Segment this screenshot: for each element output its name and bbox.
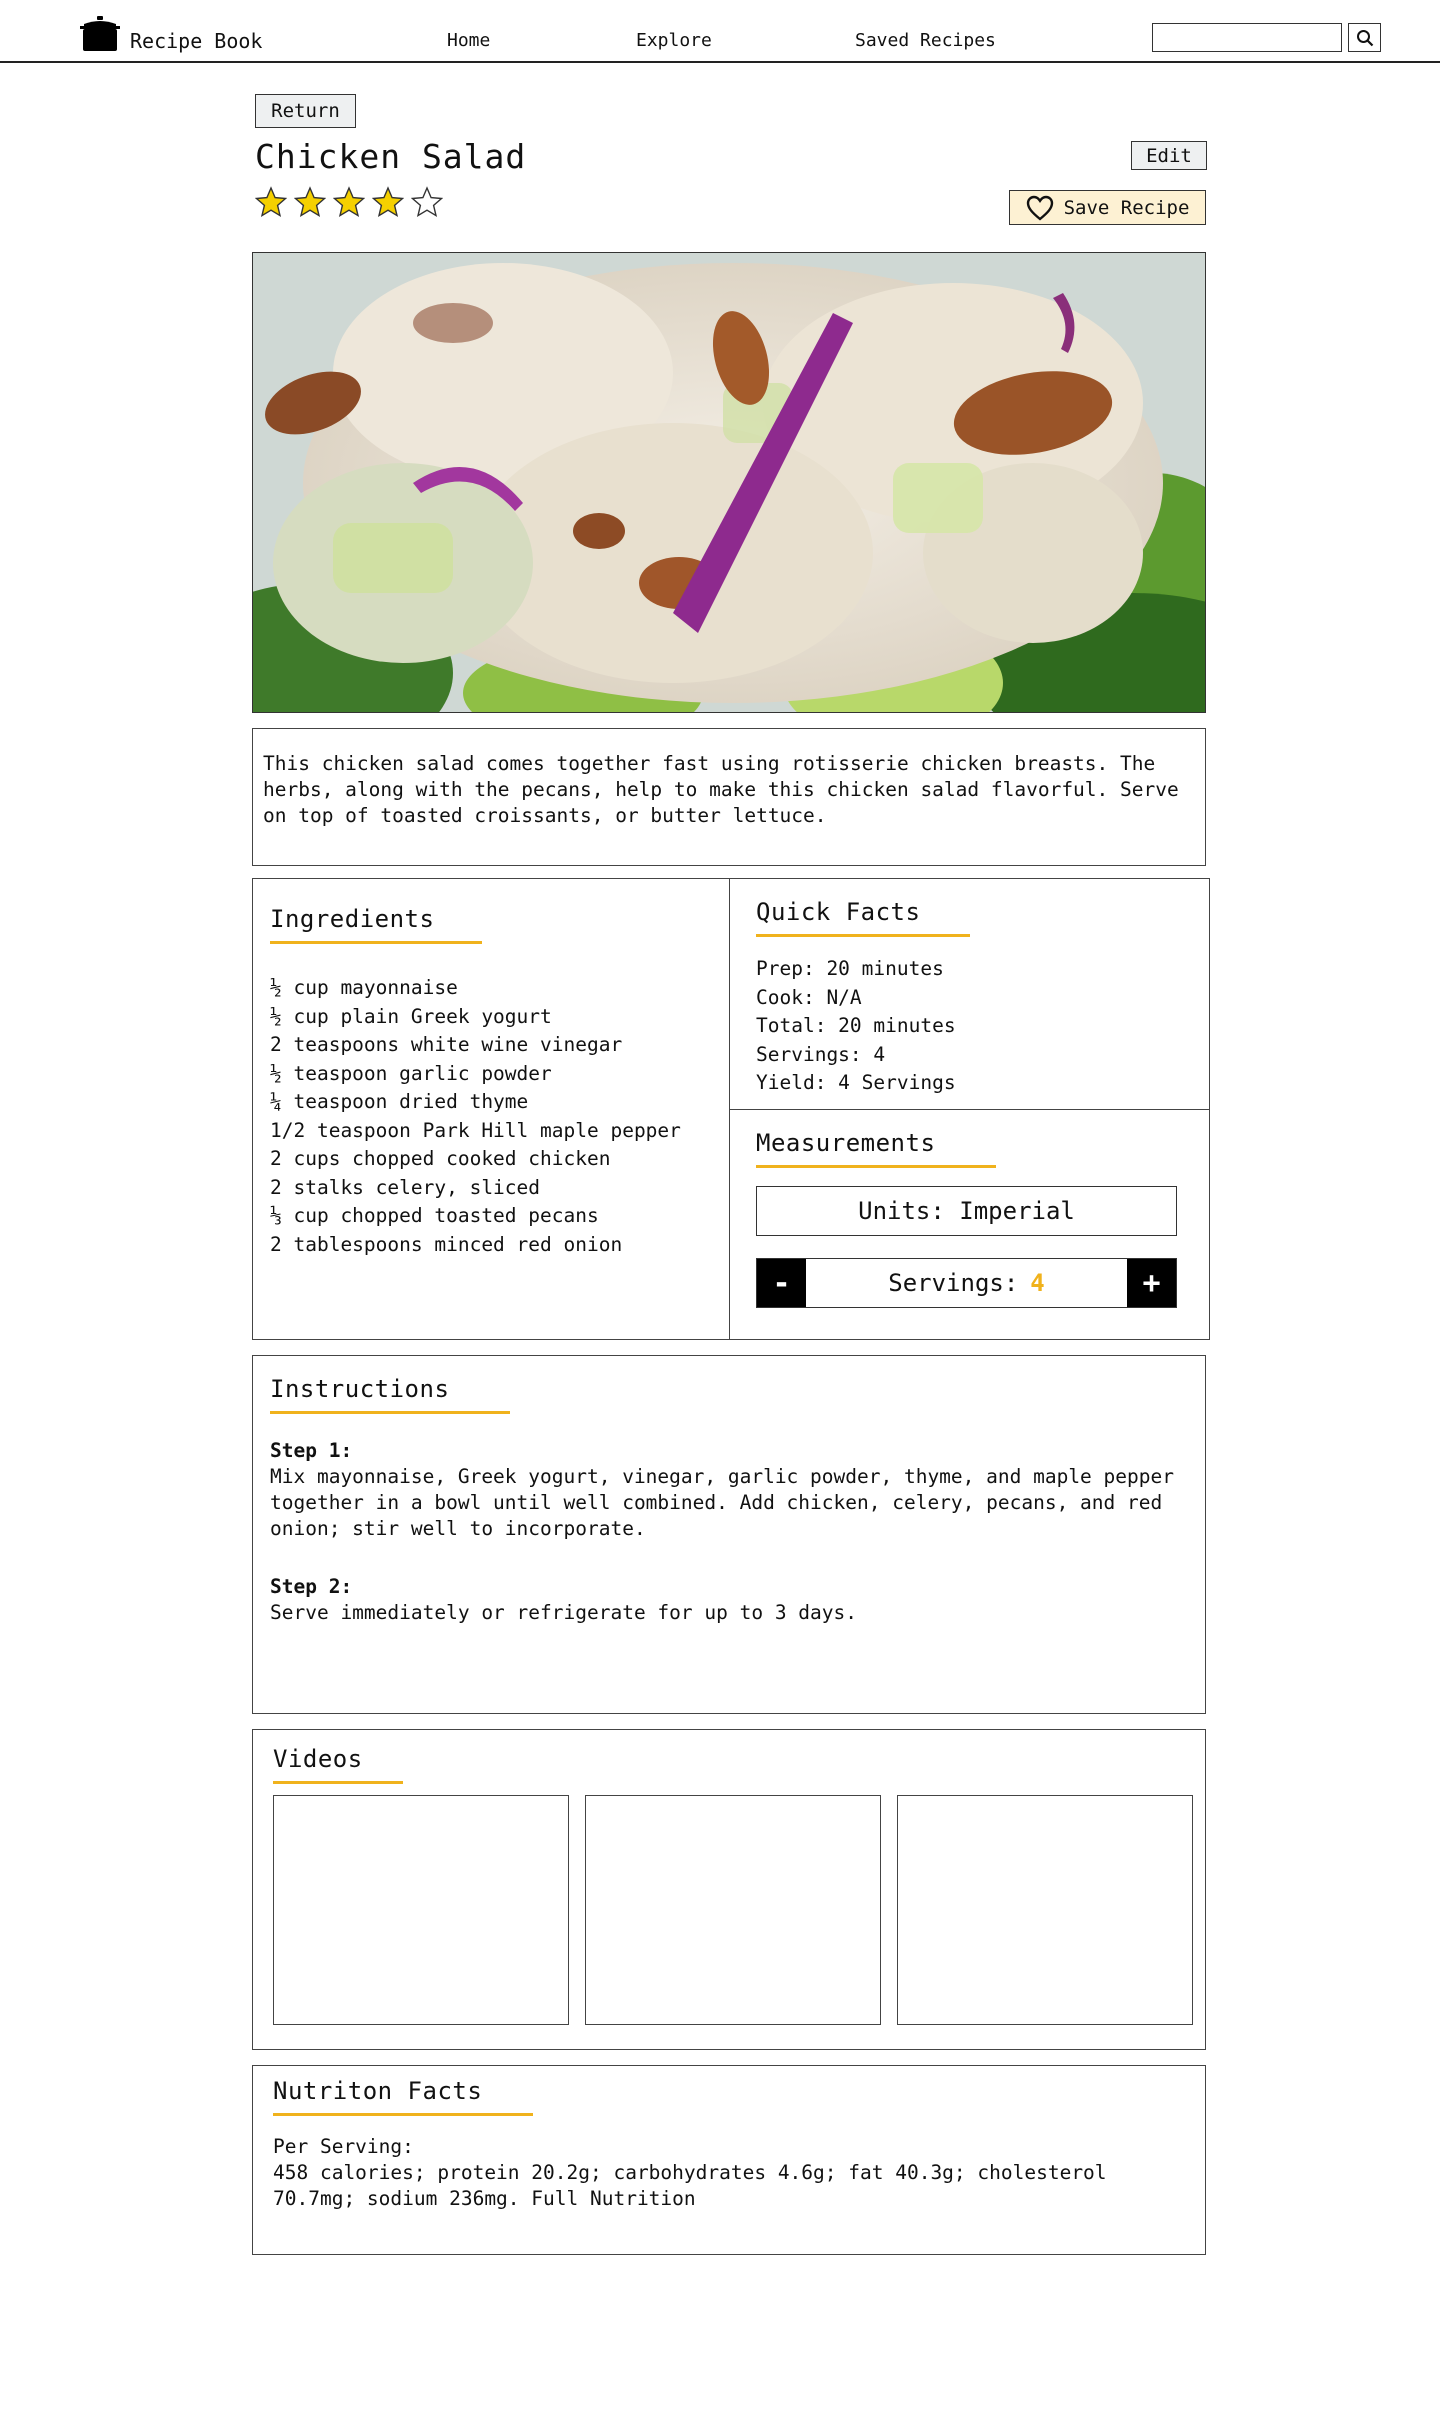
nav-home[interactable]: Home: [447, 30, 490, 51]
instruction-step: Step 1: Mix mayonnaise, Greek yogurt, vi…: [270, 1438, 1205, 1542]
description-text: This chicken salad comes together fast u…: [263, 752, 1179, 827]
recipe-title: Chicken Salad: [255, 137, 527, 176]
ingredient-item: 2 tablespoons minced red onion: [270, 1232, 623, 1256]
ingredient-item: ½ cup mayonnaise: [270, 976, 458, 999]
ingredients-title: Ingredients: [270, 905, 435, 933]
title-underline: [273, 1781, 403, 1784]
fact-cook: Cook: N/A: [756, 985, 862, 1009]
ingredient-item: ½ teaspoon garlic powder: [270, 1061, 552, 1085]
video-list: [273, 1795, 1193, 2025]
title-underline: [756, 934, 970, 937]
measurements-panel: Measurements Units: Imperial - Servings:…: [729, 1109, 1210, 1340]
units-toggle[interactable]: Units: Imperial: [756, 1186, 1177, 1236]
video-thumbnail[interactable]: [273, 1795, 569, 2025]
brand-name: Recipe Book: [130, 29, 263, 53]
ingredients-panel: Ingredients ½ cup mayonnaise ½ cup plain…: [252, 878, 730, 1340]
step-label: Step 2:: [270, 1575, 353, 1598]
ingredient-item: ¼ teaspoon dried thyme: [270, 1090, 529, 1113]
step-label: Step 1:: [270, 1439, 353, 1462]
instruction-step: Step 2: Serve immediately or refrigerate…: [270, 1574, 1205, 1626]
instructions-panel: Instructions Step 1: Mix mayonnaise, Gre…: [252, 1355, 1206, 1714]
video-thumbnail[interactable]: [585, 1795, 881, 2025]
star-rating[interactable]: [255, 186, 443, 218]
recipe-photo: [252, 252, 1206, 713]
search-button[interactable]: [1348, 23, 1381, 52]
fact-yield: Yield: 4 Servings: [756, 1071, 956, 1094]
star-icon[interactable]: [255, 186, 287, 218]
quick-facts-list: Prep: 20 minutes Cook: N/A Total: 20 min…: [756, 955, 1209, 1098]
star-icon[interactable]: [294, 186, 326, 218]
servings-value: 4: [1030, 1269, 1045, 1297]
title-underline: [756, 1165, 996, 1168]
ingredient-item: 2 teaspoons white wine vinegar: [270, 1033, 623, 1056]
star-icon[interactable]: [333, 186, 365, 218]
ingredient-item: 2 stalks celery, sliced: [270, 1175, 541, 1199]
instructions-title: Instructions: [270, 1375, 450, 1403]
quick-facts-panel: Quick Facts Prep: 20 minutes Cook: N/A T…: [729, 878, 1210, 1110]
brand[interactable]: Recipe Book: [80, 16, 262, 52]
measurements-title: Measurements: [756, 1129, 936, 1157]
ingredient-item: 1/2 teaspoon Park Hill maple pepper: [270, 1118, 681, 1142]
ingredients-list: ½ cup mayonnaise ½ cup plain Greek yogur…: [270, 974, 729, 1259]
title-underline: [270, 941, 482, 944]
save-recipe-label: Save Recipe: [1063, 196, 1190, 219]
decrease-servings-button[interactable]: -: [757, 1259, 806, 1307]
nutrition-text: Per Serving: 458 calories; protein 20.2g…: [273, 2134, 1205, 2212]
nav-saved-recipes[interactable]: Saved Recipes: [855, 30, 996, 51]
nutrition-title: Nutriton Facts: [273, 2077, 483, 2105]
fact-servings: Servings: 4: [756, 1042, 886, 1066]
quick-facts-title: Quick Facts: [756, 898, 921, 926]
chicken-salad-photo: [253, 253, 1205, 712]
ingredient-item: ⅓ cup chopped toasted pecans: [270, 1204, 599, 1227]
servings-stepper: - Servings: 4 +: [756, 1258, 1177, 1308]
title-underline: [270, 1411, 510, 1414]
per-serving-label: Per Serving:: [273, 2135, 414, 2158]
step-text: Mix mayonnaise, Greek yogurt, vinegar, g…: [270, 1465, 1174, 1540]
save-recipe-button[interactable]: Save Recipe: [1009, 190, 1206, 225]
nutrition-panel: Nutriton Facts Per Serving: 458 calories…: [252, 2065, 1206, 2255]
heart-outline-icon: [1026, 195, 1053, 221]
top-navbar: Recipe Book Home Explore Saved Recipes: [0, 0, 1440, 63]
title-underline: [273, 2113, 533, 2116]
fact-total: Total: 20 minutes: [756, 1014, 956, 1037]
fact-prep: Prep: 20 minutes: [756, 957, 944, 980]
recipe-description: This chicken salad comes together fast u…: [252, 728, 1206, 866]
star-icon[interactable]: [372, 186, 404, 218]
search-input[interactable]: [1152, 23, 1342, 52]
return-button[interactable]: Return: [255, 94, 356, 128]
videos-panel: Videos: [252, 1729, 1206, 2050]
video-thumbnail[interactable]: [897, 1795, 1193, 2025]
ingredient-item: ½ cup plain Greek yogurt: [270, 1004, 552, 1028]
servings-display: Servings: 4: [806, 1259, 1127, 1307]
increase-servings-button[interactable]: +: [1127, 1259, 1176, 1307]
edit-button[interactable]: Edit: [1131, 141, 1207, 170]
cooking-pot-icon: [80, 16, 120, 51]
videos-title: Videos: [273, 1745, 363, 1773]
nutrition-summary[interactable]: 458 calories; protein 20.2g; carbohydrat…: [273, 2160, 1165, 2212]
nav-explore[interactable]: Explore: [636, 30, 712, 51]
search-icon: [1356, 29, 1373, 46]
step-text: Serve immediately or refrigerate for up …: [270, 1601, 857, 1624]
servings-label: Servings:: [888, 1269, 1019, 1297]
star-icon[interactable]: [411, 186, 443, 218]
ingredient-item: 2 cups chopped cooked chicken: [270, 1147, 611, 1170]
